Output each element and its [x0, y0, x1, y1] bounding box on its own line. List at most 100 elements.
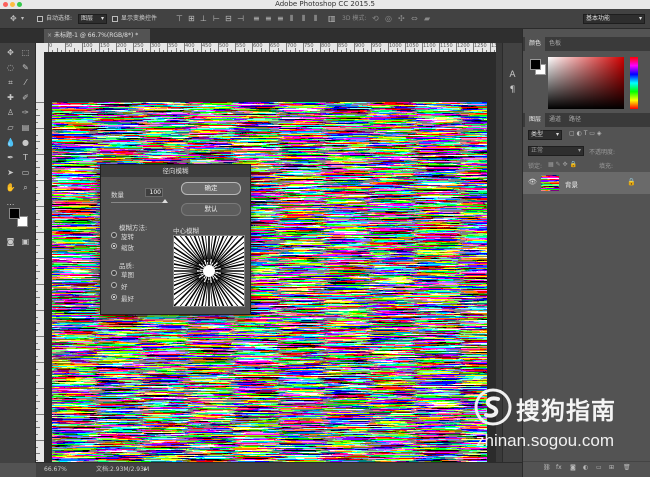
- hand-tool-icon[interactable]: ✋: [4, 181, 17, 194]
- show-transform-checkbox[interactable]: [112, 16, 118, 22]
- character-panel-icon[interactable]: A: [506, 69, 519, 82]
- close-tab-icon[interactable]: ×: [47, 29, 52, 43]
- tab-layers[interactable]: 图层: [525, 113, 546, 127]
- zoom-level[interactable]: 66.67%: [44, 463, 67, 477]
- amount-slider-track[interactable]: [111, 202, 165, 203]
- clone-stamp-tool-icon[interactable]: ♙: [4, 106, 17, 119]
- pen-tool-icon[interactable]: ✒: [4, 151, 17, 164]
- 3d-scale-icon[interactable]: ▰: [424, 9, 430, 29]
- marquee-tool-icon[interactable]: ⬚: [19, 46, 32, 59]
- sogou-logo-icon: [474, 388, 512, 426]
- quality-best-radio[interactable]: [111, 294, 117, 300]
- healing-brush-tool-icon[interactable]: ✚: [4, 91, 17, 104]
- method-spin-radio[interactable]: [111, 232, 117, 238]
- filter-icons[interactable]: ▢ ◐ T ▭ ◈: [569, 130, 601, 137]
- 3d-roll-icon[interactable]: ◎: [385, 9, 392, 29]
- visibility-eye-icon[interactable]: 👁: [528, 178, 537, 186]
- quality-draft-radio[interactable]: [111, 270, 117, 276]
- add-mask-icon[interactable]: ◙: [570, 464, 576, 471]
- distribute-bottom-icon[interactable]: ≡: [277, 9, 284, 29]
- paragraph-panel-icon[interactable]: ¶: [506, 84, 519, 97]
- brush-tool-icon[interactable]: ✐: [19, 91, 32, 104]
- lock-icons[interactable]: ▦ ✎ ✥ 🔒: [548, 161, 577, 168]
- history-brush-tool-icon[interactable]: ✑: [19, 106, 32, 119]
- distribute-left-icon[interactable]: ⦀: [290, 9, 294, 29]
- distribute-top-icon[interactable]: ≡: [253, 9, 260, 29]
- auto-select-checkbox[interactable]: [37, 16, 43, 22]
- hue-slider[interactable]: [630, 57, 638, 109]
- 3d-slide-icon[interactable]: ⇔: [411, 9, 418, 29]
- default-button[interactable]: 默认: [181, 203, 241, 216]
- tab-paths[interactable]: 路径: [565, 113, 585, 127]
- foreground-color-swatch[interactable]: [9, 208, 20, 219]
- lasso-tool-icon[interactable]: ◌: [4, 61, 17, 74]
- new-group-icon[interactable]: ▭: [596, 464, 602, 471]
- new-layer-icon[interactable]: ⊞: [609, 464, 614, 471]
- layer-style-icon[interactable]: fx: [556, 464, 562, 471]
- document-tab[interactable]: × 未标题-1 @ 66.7%(RGB/8*) *: [44, 29, 150, 43]
- quality-good-radio[interactable]: [111, 282, 117, 288]
- align-left-icon[interactable]: ⊢: [213, 9, 220, 29]
- tool-preset-chevron-icon[interactable]: ▾: [21, 9, 24, 29]
- zoom-tool-icon[interactable]: ⌕: [19, 181, 32, 194]
- ruler-minor-tick: [36, 108, 38, 110]
- align-bottom-icon[interactable]: ⊥: [200, 9, 207, 29]
- color-field[interactable]: [548, 57, 624, 109]
- ok-button[interactable]: 确定: [181, 182, 241, 195]
- layer-kind-filter[interactable]: 类型: [528, 130, 562, 140]
- gradient-tool-icon[interactable]: ▤: [19, 121, 32, 134]
- ruler-minor-tick: [36, 394, 38, 396]
- watermark-url-text: zhinan.sogou.com: [476, 431, 614, 450]
- dodge-tool-icon[interactable]: ●: [19, 136, 32, 149]
- path-select-tool-icon[interactable]: ➤: [4, 166, 17, 179]
- quick-select-tool-icon[interactable]: ✎: [19, 61, 32, 74]
- amount-slider-handle[interactable]: [162, 199, 168, 203]
- type-tool-icon[interactable]: T: [19, 151, 32, 164]
- adjustment-layer-icon[interactable]: ◐: [583, 464, 588, 471]
- amount-input[interactable]: 100: [145, 188, 163, 197]
- screen-mode-icon[interactable]: ▣: [19, 235, 32, 248]
- ruler-tick: [48, 43, 49, 52]
- ruler-minor-tick: [36, 375, 40, 376]
- link-layers-icon[interactable]: ⛓: [543, 464, 551, 471]
- delete-layer-icon[interactable]: 🗑: [623, 464, 631, 471]
- blur-center-preview[interactable]: [173, 235, 245, 307]
- 3d-orbit-icon[interactable]: ⟲: [372, 9, 379, 29]
- rectangle-tool-icon[interactable]: ▭: [19, 166, 32, 179]
- tab-color[interactable]: 颜色: [525, 37, 546, 51]
- distribute-right-icon[interactable]: ⦀: [314, 9, 318, 29]
- quick-mask-icon[interactable]: ◙: [4, 235, 17, 248]
- layer-name: 背景: [565, 181, 578, 189]
- distribute-hcenter-icon[interactable]: ⦀: [302, 9, 306, 29]
- ruler-minor-tick: [36, 329, 38, 331]
- layer-row-background[interactable]: 👁 背景 🔒: [523, 172, 650, 194]
- eyedropper-tool-icon[interactable]: ⁄: [19, 76, 32, 89]
- distribute-vcenter-icon[interactable]: ≡: [265, 9, 272, 29]
- 3d-pan-icon[interactable]: ✣: [398, 9, 405, 29]
- sogou-watermark: 搜狗指南 zhinan.sogou.com: [470, 385, 650, 460]
- align-vcenter-icon[interactable]: ⊞: [188, 9, 195, 29]
- tab-channels[interactable]: 通道: [545, 113, 565, 127]
- ruler-minor-tick: [36, 427, 40, 428]
- move-tool-icon[interactable]: ✥: [10, 9, 17, 29]
- method-zoom-radio[interactable]: [111, 243, 117, 249]
- vertical-ruler[interactable]: [36, 52, 44, 462]
- align-top-icon[interactable]: ⊤: [176, 9, 183, 29]
- tab-swatches[interactable]: 色板: [545, 37, 565, 51]
- dialog-title: 径向模糊: [101, 165, 250, 177]
- align-hcenter-icon[interactable]: ⊟: [225, 9, 232, 29]
- auto-select-dropdown[interactable]: 图层: [78, 14, 107, 24]
- eraser-tool-icon[interactable]: ▱: [4, 121, 17, 134]
- status-menu-chevron-icon[interactable]: ▸: [144, 463, 147, 477]
- document-info[interactable]: 文档:2.93M/2.93M: [96, 463, 149, 477]
- align-right-icon[interactable]: ⊣: [237, 9, 244, 29]
- crop-tool-icon[interactable]: ⌗: [4, 76, 17, 89]
- ruler-tick: [473, 43, 474, 52]
- horizontal-ruler[interactable]: 0 50 100 150 200 250 300 350 400 450 500 550 600 650 7…: [44, 43, 496, 52]
- workspace-switcher[interactable]: 基本功能: [583, 14, 645, 24]
- blur-tool-icon[interactable]: 💧: [4, 136, 17, 149]
- move-tool-icon[interactable]: ✥: [4, 46, 17, 59]
- auto-align-icon[interactable]: ▥: [328, 9, 336, 29]
- color-panel-foreground-swatch[interactable]: [530, 59, 541, 70]
- blend-mode-dropdown[interactable]: 正常: [528, 146, 584, 156]
